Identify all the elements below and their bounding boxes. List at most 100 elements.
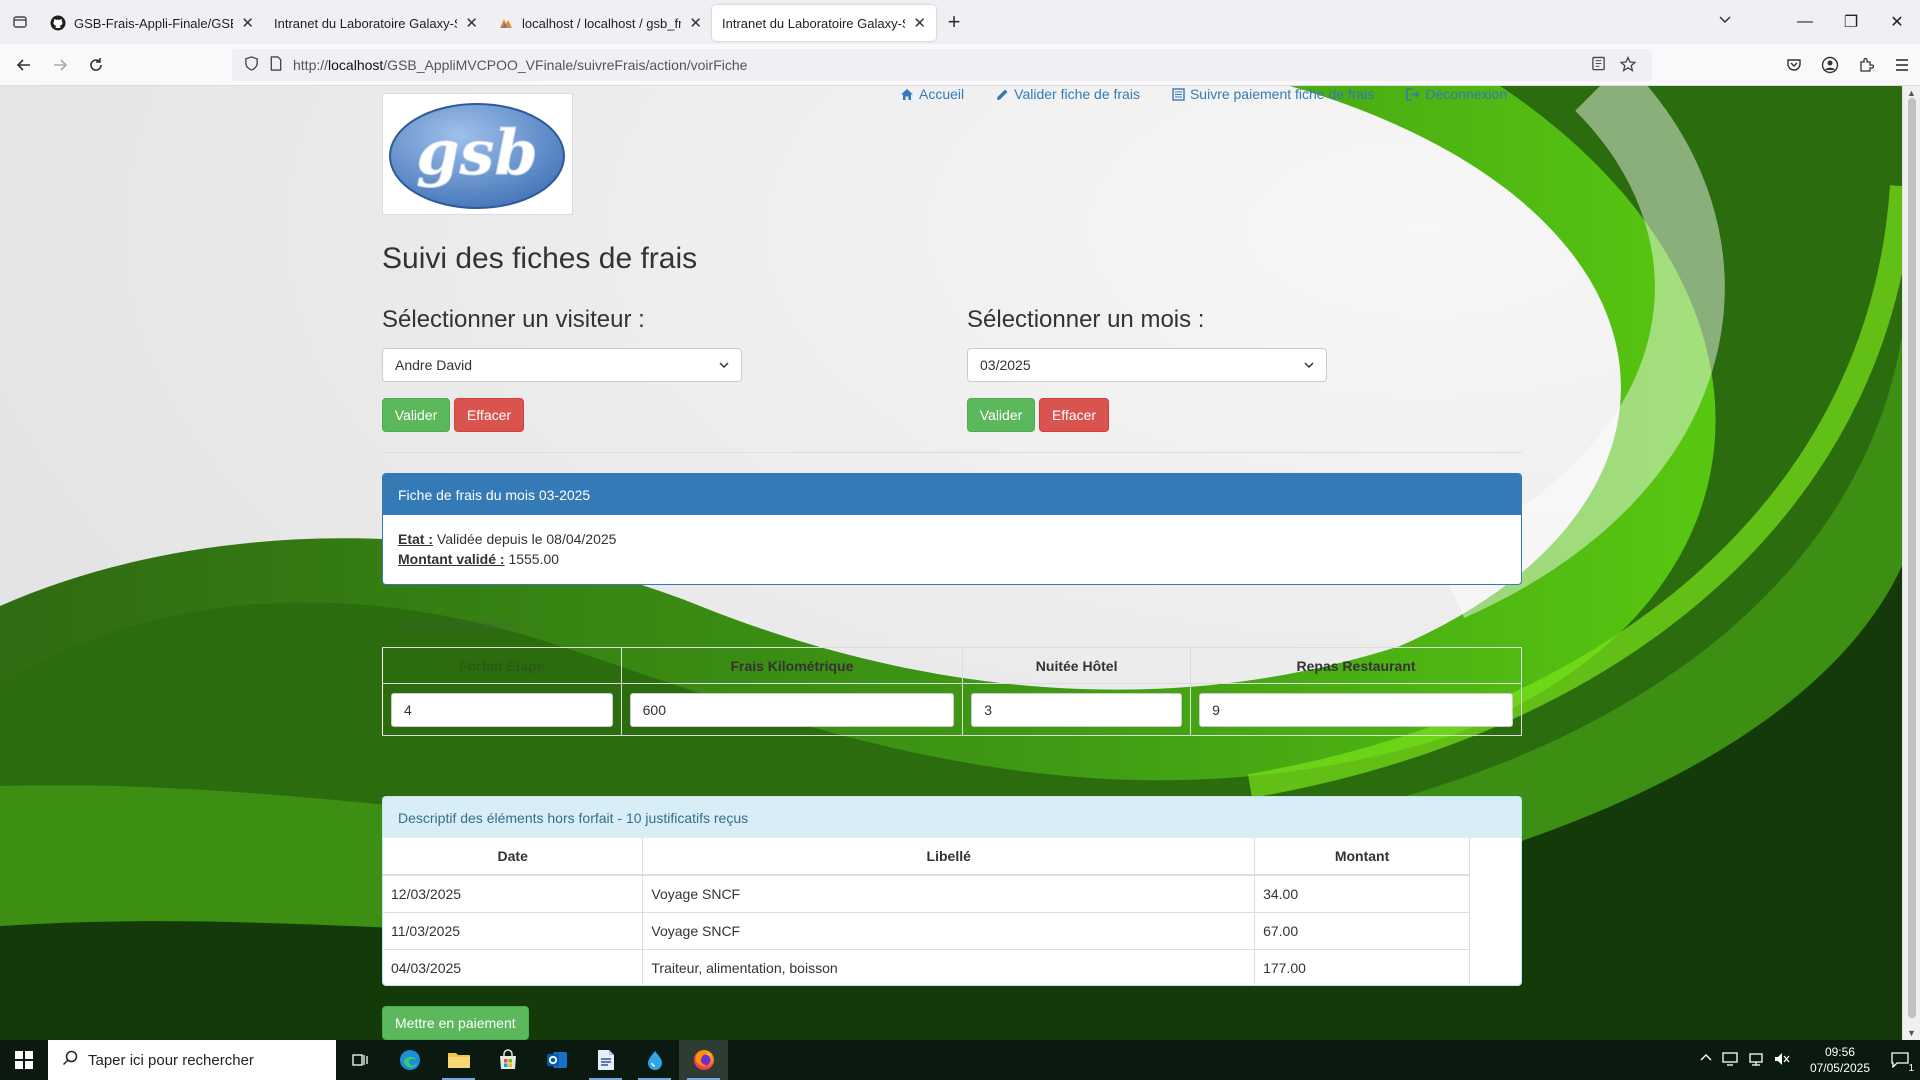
nav-deconnexion-label: Déconnexion [1425,86,1508,102]
file-explorer-icon[interactable] [434,1040,483,1080]
volume-muted-icon[interactable] [1774,1052,1790,1069]
mois-select[interactable]: 03/2025 [967,348,1327,382]
nav-valider-link[interactable]: Valider fiche de frais [996,86,1140,102]
tab-title: Intranet du Laboratoire Galaxy-Swis [274,15,457,31]
logout-icon [1406,87,1421,101]
windows-taskbar: Taper ici pour rechercher 09:56 07/05/20… [0,1040,1920,1080]
nav-accueil-label: Accueil [919,86,965,102]
browser-tab-3[interactable]: localhost / localhost / gsb_frais ✕ [488,5,712,41]
extensions-icon[interactable] [1848,57,1884,73]
web-page: gsb Accueil Valider fiche de frais Suivr… [0,86,1902,1040]
forfait-repas-input[interactable]: 9 [1199,692,1513,727]
scrollbar-thumb[interactable] [1908,98,1916,1018]
search-icon [62,1050,78,1070]
cell-date: 12/03/2025 [383,874,644,912]
cell-montant: 177.00 [1254,948,1470,985]
forfait-input-row: 4 600 3 9 [382,683,1522,736]
display-icon[interactable] [1722,1051,1738,1069]
tab-title: GSB-Frais-Appli-Finale/GSB_Ap [74,15,233,31]
url-bar[interactable]: http://localhost/GSB_AppliMVCPOO_VFinale… [232,49,1652,81]
nav-deconnexion-link[interactable]: Déconnexion [1406,86,1507,102]
forfait-etape-input[interactable]: 4 [391,692,613,727]
chevron-down-icon [1304,357,1314,373]
fiche-panel-body: Etat : Validée depuis le 08/04/2025 Mont… [383,515,1521,583]
minimize-icon[interactable]: — [1782,0,1828,44]
forfait-km-input[interactable]: 600 [629,692,955,727]
mois-valider-button[interactable]: Valider [967,398,1035,432]
nav-suivre-link[interactable]: Suivre paiement fiche de frais [1172,86,1374,102]
browser-tab-bar: GSB-Frais-Appli-Finale/GSB_Ap ✕ Intranet… [0,0,1920,44]
mois-effacer-button[interactable]: Effacer [1039,398,1109,432]
forfait-cell: 9 [1190,683,1522,736]
taskbar-clock[interactable]: 09:56 07/05/2025 [1800,1044,1880,1076]
tab-title: Intranet du Laboratoire Galaxy-Swis [722,15,905,31]
table-row: 12/03/2025 Voyage SNCF 34.00 [383,874,1470,912]
forfait-section-title: Eléments forfaitisés [396,616,519,632]
visiteur-label: Sélectionner un visiteur : [382,306,645,333]
tab-title: localhost / localhost / gsb_frais [522,15,682,31]
bookmark-star-icon[interactable] [1619,55,1637,75]
url-prefix: http:// [293,57,329,73]
windows-start-icon[interactable] [0,1040,48,1080]
browser-nav-bar: http://localhost/GSB_AppliMVCPOO_VFinale… [0,44,1920,86]
scroll-up-arrow-icon[interactable]: ▲ [1907,88,1916,98]
reload-icon[interactable] [78,49,114,81]
pencil-icon [997,89,1008,100]
close-icon[interactable]: ✕ [913,14,926,32]
reader-view-icon[interactable] [1591,56,1606,74]
close-window-icon[interactable]: ✕ [1874,0,1920,44]
hors-forfait-table: Date Libellé Montant 12/03/2025 Voyage S… [383,838,1470,985]
account-icon[interactable] [1812,56,1848,74]
menu-hamburger-icon[interactable] [1884,58,1920,72]
edge-browser-icon[interactable] [385,1040,434,1080]
forfait-col-km: Frais Kilométrique [620,647,964,684]
shield-icon[interactable] [244,56,259,74]
outlook-icon[interactable] [532,1040,581,1080]
nav-valider-label: Valider fiche de frais [1014,86,1140,102]
notification-center-icon[interactable]: 1 [1880,1040,1920,1080]
gsb-logo[interactable]: gsb [382,93,573,215]
cell-libelle: Voyage SNCF [642,911,1256,949]
task-view-icon[interactable] [336,1040,385,1080]
firefox-icon[interactable] [679,1040,728,1080]
clock-date: 07/05/2025 [1809,1061,1870,1075]
text-editor-icon[interactable] [581,1040,630,1080]
divider [382,452,1522,453]
forward-arrow-icon[interactable] [42,49,78,81]
browser-tab-2[interactable]: Intranet du Laboratoire Galaxy-Swis ✕ [264,5,488,41]
browser-tab-4-active[interactable]: Intranet du Laboratoire Galaxy-Swis ✕ [712,5,936,41]
github-icon [50,15,66,31]
new-tab-plus-icon[interactable]: + [936,4,972,40]
app-drop-icon[interactable] [630,1040,679,1080]
chevron-up-icon[interactable] [1700,1052,1712,1069]
nav-accueil-link[interactable]: Accueil [900,86,964,102]
store-icon[interactable] [483,1040,532,1080]
taskbar-search-input[interactable]: Taper ici pour rechercher [48,1040,336,1080]
mettre-en-paiement-button[interactable]: Mettre en paiement [382,1006,529,1040]
browser-tab-1[interactable]: GSB-Frais-Appli-Finale/GSB_Ap ✕ [40,5,264,41]
chevron-down-icon[interactable] [1718,12,1732,31]
close-icon[interactable]: ✕ [465,14,478,32]
col-libelle: Libellé [642,838,1256,876]
list-alt-icon [1172,87,1185,101]
col-date: Date [383,838,644,876]
page-scrollbar[interactable]: ▲ ▼ [1902,86,1920,1040]
back-arrow-icon[interactable] [6,49,42,81]
pocket-icon[interactable] [1776,57,1812,73]
page-info-icon[interactable] [269,56,283,74]
etat-label: Etat : [398,531,433,547]
forfait-nuitee-input[interactable]: 3 [971,692,1183,727]
close-icon[interactable]: ✕ [689,14,702,32]
close-icon[interactable]: ✕ [241,14,254,32]
scroll-down-arrow-icon[interactable]: ▼ [1907,1028,1916,1038]
visiteur-valider-button[interactable]: Valider [382,398,450,432]
logo-text: gsb [416,116,538,189]
network-icon[interactable] [1748,1052,1764,1069]
visiteur-effacer-button[interactable]: Effacer [454,398,524,432]
forfait-cell: 3 [962,683,1192,736]
tab-list-icon[interactable] [0,0,40,44]
forfait-header-row: Forfait Etape Frais Kilométrique Nuitée … [382,647,1522,684]
visiteur-select[interactable]: Andre David [382,348,742,382]
restore-icon[interactable]: ❐ [1828,0,1874,44]
search-placeholder: Taper ici pour rechercher [88,1051,254,1069]
